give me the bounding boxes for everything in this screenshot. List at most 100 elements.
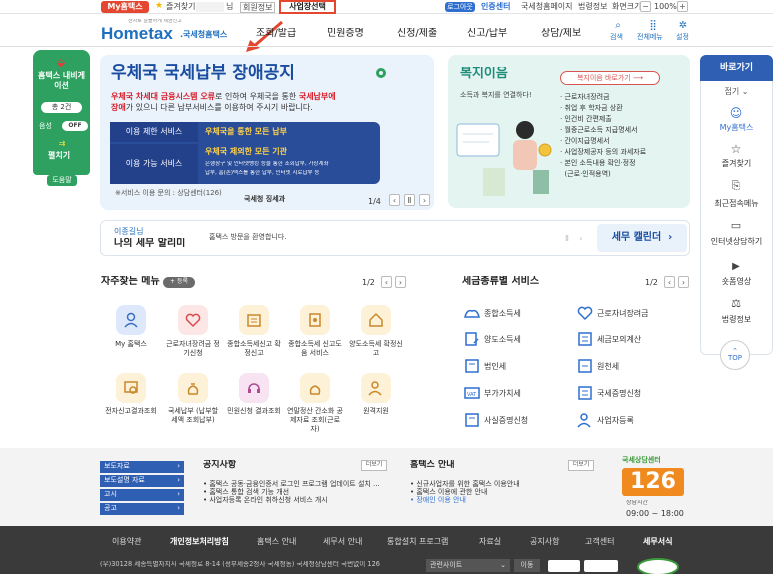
footer-link-archive[interactable]: 자료실	[479, 536, 501, 550]
favorites-link[interactable]: 즐겨찾기	[166, 2, 195, 11]
footer-link-privacy[interactable]: 개인정보처리방침	[170, 536, 229, 550]
tax-service-link[interactable]: 사실증명신청	[484, 415, 528, 426]
quick-link-press-explain[interactable]: 보도설명 자료 ›	[100, 475, 184, 487]
favorite-menu-label[interactable]: 국세납부 (납부할 세액 조회납부)	[164, 407, 222, 425]
notice-prev-button[interactable]: ‹	[576, 232, 586, 244]
all-menu-icon[interactable]: ⣿	[646, 19, 660, 31]
related-site-select[interactable]: 관련사이트 ⌄	[426, 559, 510, 572]
nav-apply[interactable]: 신청/제출	[397, 28, 437, 40]
welfare-item[interactable]: · 간이지급명세서	[560, 136, 685, 147]
tax-service-link[interactable]: 원천세	[597, 361, 619, 372]
favorite-menu-label[interactable]: 종합소득세 신고도움 서비스	[286, 340, 344, 358]
business-select-button[interactable]: 사업장선택	[279, 0, 336, 14]
nav-civil[interactable]: 민원증명	[327, 28, 364, 40]
tax-payment-icon[interactable]	[178, 373, 208, 403]
favorite-menu-label[interactable]: 민원신청 결과조회	[225, 407, 283, 416]
tax-service-link[interactable]: 근로자녀장려금	[597, 308, 649, 319]
welfare-item[interactable]: · 본인 소득내용 확인·정정	[560, 158, 685, 169]
tax-calendar-button[interactable]: 세무 캘린더 ›	[597, 224, 687, 252]
guide-item[interactable]: • 홈택스 이용에 관한 안내	[410, 488, 600, 496]
year-end-settlement-icon[interactable]	[300, 373, 330, 403]
search-label[interactable]: 검색	[610, 33, 623, 41]
guide-more-button[interactable]: 더보기	[568, 460, 594, 471]
welfare-item[interactable]: · 취업 후 학자금 상환	[560, 103, 685, 114]
welfare-item[interactable]: · 근로자녀장려금	[560, 92, 685, 103]
search-icon[interactable]: ⌕	[611, 19, 625, 31]
income-tax-filing-icon[interactable]	[239, 305, 269, 335]
guide-item[interactable]: • 장애인 이용 안내	[410, 496, 600, 504]
favorite-menu-label[interactable]: My 홈택스	[102, 340, 160, 349]
welfare-item[interactable]: · 월중근로소득 지급명세서	[560, 125, 685, 136]
guide-item[interactable]: • 신규사업자를 위한 홈택스 이용안내	[410, 480, 600, 488]
remote-support-icon[interactable]	[361, 373, 391, 403]
banner-prev-button[interactable]: ‹	[389, 194, 400, 206]
tax-service-link[interactable]: 양도소득세	[484, 334, 521, 345]
quick-link-notice[interactable]: 공고 ›	[100, 503, 184, 515]
tax-service-link[interactable]: 부가가치세	[484, 388, 521, 399]
notices-more-button[interactable]: 더보기	[361, 460, 387, 471]
tax-service-link[interactable]: 세금모의계산	[597, 334, 641, 345]
nav-consult[interactable]: 상담/제보	[541, 28, 581, 40]
notice-item[interactable]: • 홈택스 공동·금융인증서 로그인 프로그램 업데이트 설치 ...	[203, 480, 393, 488]
footer-link-notice[interactable]: 공지사항	[530, 536, 559, 550]
tax-service-link[interactable]: 사업자등록	[597, 415, 634, 426]
related-site-go-button[interactable]: 이동	[514, 559, 540, 572]
favorite-menu-label[interactable]: 원격지원	[347, 407, 405, 416]
logout-button[interactable]: 로그아웃	[445, 2, 475, 12]
tax-services-next-button[interactable]: ›	[678, 276, 689, 288]
footer-link-forms[interactable]: 세무서식	[643, 536, 672, 550]
collapse-button[interactable]: 접기 ⌄	[700, 86, 773, 97]
right-my-hometax[interactable]: My홈택스	[700, 122, 773, 133]
favorite-menu-label[interactable]: 근로자녀장려금 정기신청	[164, 340, 222, 358]
favorites-prev-button[interactable]: ‹	[381, 276, 392, 288]
right-internet-consult[interactable]: 인터넷상담하기	[700, 236, 773, 247]
banner-next-button[interactable]: ›	[419, 194, 430, 206]
tax-services-prev-button[interactable]: ‹	[664, 276, 675, 288]
top-button[interactable]: ⌃ TOP	[720, 340, 750, 370]
right-recent-menu[interactable]: 최근접속메뉴	[700, 198, 773, 209]
quick-link-press[interactable]: 보도자료 ›	[100, 461, 184, 473]
zoom-in-button[interactable]: +	[677, 1, 688, 12]
my-hometax-menu-icon[interactable]	[116, 305, 146, 335]
hometax-logo[interactable]: Hometax	[101, 24, 173, 44]
income-tax-help-icon[interactable]	[300, 305, 330, 335]
gavel-icon[interactable]: ⚖	[727, 296, 745, 310]
tax-service-link[interactable]: 국세증명신청	[597, 388, 641, 399]
footer-link-hometax-guide[interactable]: 홈택스 안내	[257, 536, 296, 550]
help-button[interactable]: 도움말	[47, 175, 77, 186]
favorites-next-button[interactable]: ›	[395, 276, 406, 288]
tax-service-link[interactable]: 종합소득세	[484, 308, 521, 319]
cert-center-link[interactable]: 인증센터	[481, 2, 510, 11]
chat-icon[interactable]: ▭	[727, 218, 745, 232]
nts-home-link[interactable]: 국세청홈페이지	[521, 2, 573, 11]
settings-label[interactable]: 설정	[676, 33, 689, 41]
right-shortform[interactable]: 숏폼영상	[700, 276, 773, 287]
favorite-menu-label[interactable]: 양도소득세 확정신고	[347, 340, 405, 358]
banner-pause-button[interactable]: Ⅱ	[404, 194, 415, 206]
e-filing-result-icon[interactable]	[116, 373, 146, 403]
person-icon[interactable]: ☺	[727, 106, 745, 120]
welfare-shortcut-button[interactable]: 복지이음 바로가기 ⟶	[560, 71, 660, 85]
footer-link-support[interactable]: 고객센터	[585, 536, 614, 550]
civil-result-icon[interactable]	[239, 373, 269, 403]
nav-inquiry[interactable]: 조회/발급	[256, 28, 296, 40]
law-info-link[interactable]: 법령정보	[578, 2, 607, 11]
footer-link-terms[interactable]: 이용약관	[112, 536, 141, 550]
favorite-menu-label[interactable]: 연말정산 간소화 공제자료 조회(근로자)	[286, 407, 344, 433]
all-menu-label[interactable]: 전체메뉴	[637, 33, 663, 41]
child-incentive-icon[interactable]	[178, 305, 208, 335]
star-outline-icon[interactable]: ☆	[727, 142, 745, 156]
my-hometax-button[interactable]: My홈택스	[101, 1, 149, 13]
expand-button[interactable]: 펼치기	[48, 151, 70, 160]
play-icon[interactable]: ▶	[727, 259, 745, 273]
welfare-item[interactable]: · 인건비 간편제출	[560, 114, 685, 125]
gear-icon[interactable]: ✲	[676, 19, 690, 31]
nav-report[interactable]: 신고/납부	[467, 28, 507, 40]
quick-link-announcement[interactable]: 고시 ›	[100, 489, 184, 501]
footer-link-tax-office[interactable]: 세무서 안내	[323, 536, 362, 550]
notice-item[interactable]: • 홈택스 통합 검색 기능 개선	[203, 488, 393, 496]
favorite-menu-label[interactable]: 전자신고결과조회	[102, 407, 160, 416]
tax-service-link[interactable]: 법인세	[484, 361, 506, 372]
right-favorites[interactable]: 즐겨찾기	[700, 158, 773, 169]
favorites-add-button[interactable]: + 등록	[163, 277, 195, 288]
